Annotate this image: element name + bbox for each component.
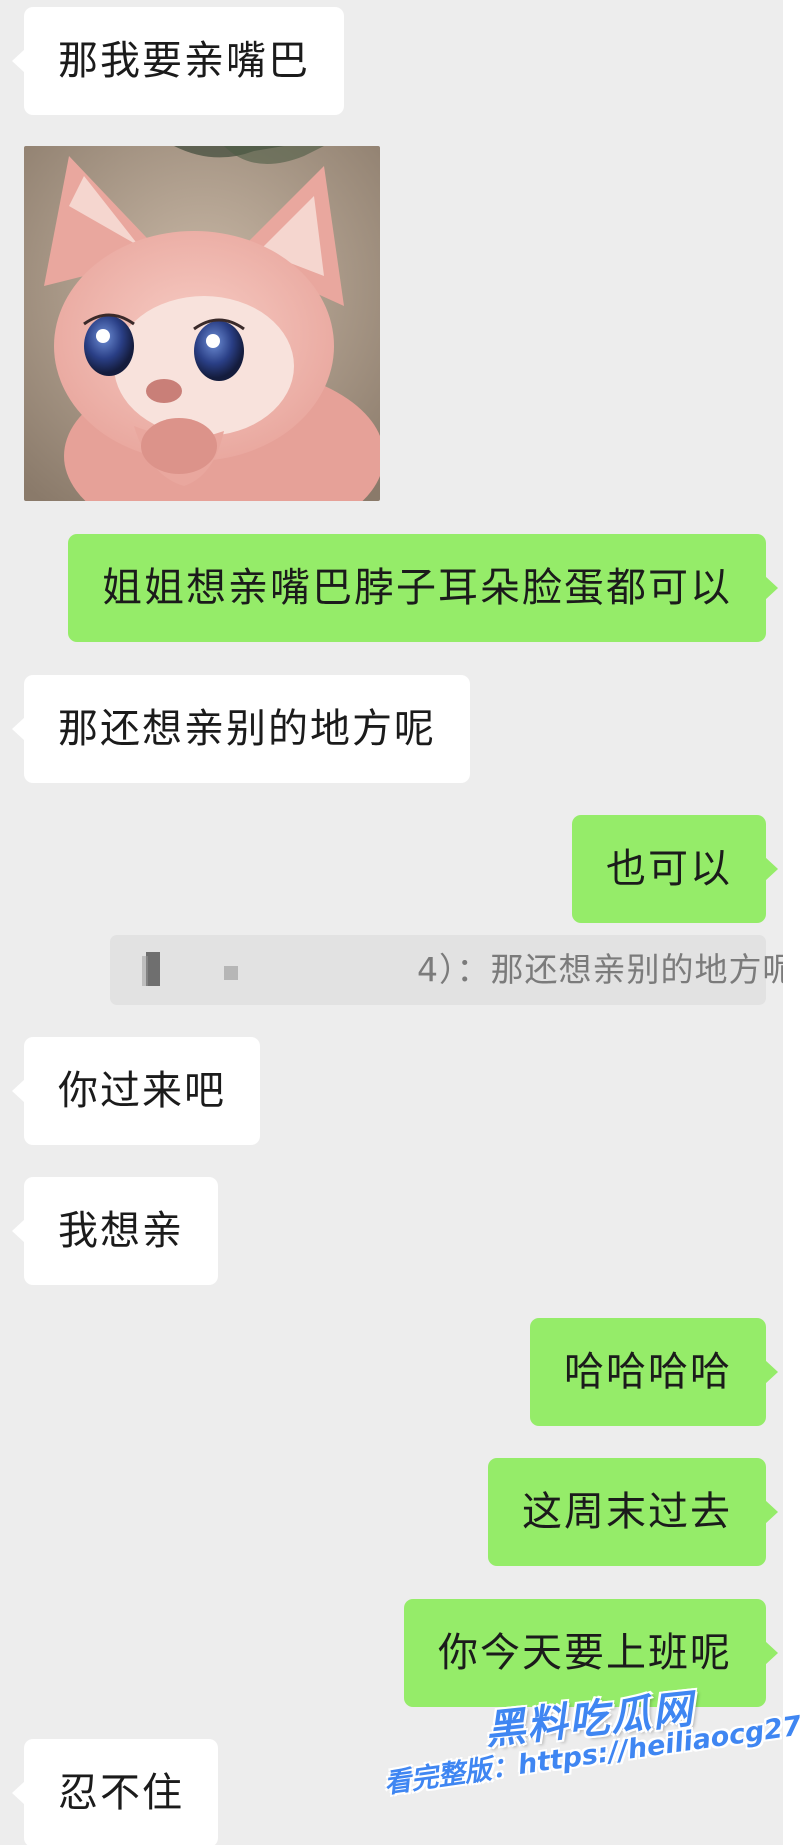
message-bubble-incoming[interactable]: 我想亲 [12,1177,218,1285]
message-text: 这周末过去 [522,1489,732,1535]
message-text: 姐姐想亲嘴巴脖子耳朵脸蛋都可以 [102,565,732,611]
message-text: 忍不住 [58,1770,184,1816]
quoted-message[interactable]: 4）：那还想亲别的地方呢 [110,935,783,1005]
message-bubble-incoming[interactable]: 你过来吧 [12,1037,260,1145]
message-text: 也可以 [606,846,732,892]
message-bubble-outgoing[interactable]: 也可以 [572,815,778,923]
chat-area[interactable]: 那我要亲嘴巴 姐姐想亲嘴巴脖子耳朵脸蛋都可以 那还想亲别的地方呢 也可以 4）：… [0,0,783,1845]
message-text: 那我要亲嘴巴 [58,38,310,84]
message-text: 你过来吧 [58,1068,226,1114]
quoted-text: 4）：那还想亲别的地方呢 [417,950,783,989]
pink-plush-fox-sticker-icon [24,146,380,501]
message-bubble-incoming[interactable]: 忍不住 [12,1739,218,1845]
sticker-image[interactable] [24,146,380,501]
right-edge-strip [783,0,800,1845]
message-bubble-outgoing[interactable]: 哈哈哈哈 [530,1318,778,1426]
watermark: 黑料吃瓜网 看完整版：https://heiliaocg27.com [380,1686,800,1845]
message-bubble-outgoing[interactable]: 姐姐想亲嘴巴脖子耳朵脸蛋都可以 [68,534,778,642]
message-text: 你今天要上班呢 [438,1630,732,1676]
message-bubble-incoming[interactable]: 那我要亲嘴巴 [12,7,344,115]
message-bubble-outgoing[interactable]: 这周末过去 [488,1458,778,1566]
message-text: 我想亲 [58,1208,184,1254]
redacted-sender-name [142,948,400,992]
message-bubble-incoming[interactable]: 那还想亲别的地方呢 [12,675,470,783]
message-text: 哈哈哈哈 [564,1349,732,1395]
message-text: 那还想亲别的地方呢 [58,706,436,752]
